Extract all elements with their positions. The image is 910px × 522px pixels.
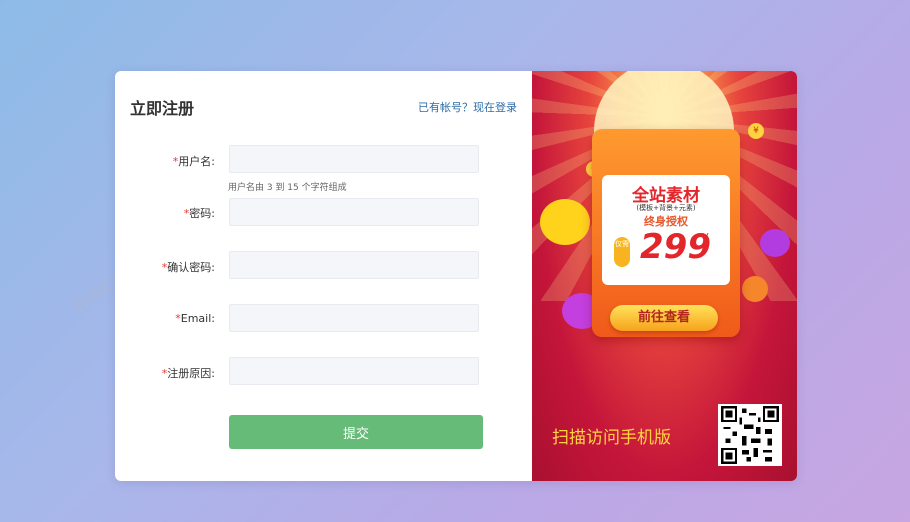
view-now-button[interactable]: 前往查看 [610, 305, 718, 331]
scan-mobile-text: 扫描访问手机版 [552, 428, 671, 448]
promo-blob [540, 199, 590, 245]
email-label: *Email: [175, 312, 215, 325]
price-badge: 仅需 [614, 237, 630, 267]
login-link[interactable]: 已有帐号？现在登录 [418, 99, 517, 115]
qr-code-icon [718, 404, 782, 466]
reason-label: *注册原因: [161, 367, 215, 380]
promo-card: 全站素材 (模板+背景+元素) 终身授权 仅需 299 ¥ [602, 175, 730, 285]
register-card: 立即注册 已有帐号？现在登录 *用户名: 用户名由 3 到 15 个字符组成 *… [115, 71, 797, 481]
username-input[interactable] [229, 145, 479, 173]
username-hint: 用户名由 3 到 15 个字符组成 [228, 183, 347, 193]
register-form: 立即注册 已有帐号？现在登录 *用户名: 用户名由 3 到 15 个字符组成 *… [115, 71, 532, 481]
currency-symbol: ¥ [702, 231, 709, 244]
password-label: *密码: [183, 207, 215, 220]
confirm-password-label: *确认密码: [161, 261, 215, 274]
promo-banner[interactable]: ¥ ¥ ¥ 全站素材 (模板+背景+元素) 终身授权 仅需 299 ¥ 前往查看… [532, 71, 797, 481]
submit-button[interactable]: 提交 [229, 415, 483, 449]
promo-subline: (模板+背景+元素) [636, 204, 696, 212]
coin-icon: ¥ [748, 123, 764, 139]
promo-blob [760, 229, 790, 257]
reason-input[interactable] [229, 357, 479, 385]
username-label: *用户名: [172, 155, 215, 168]
promo-blob [742, 276, 768, 302]
email-input[interactable] [229, 304, 479, 332]
page-title: 立即注册 [130, 99, 195, 118]
password-input[interactable] [229, 198, 479, 226]
promo-price: 299 [640, 227, 711, 267]
confirm-password-input[interactable] [229, 251, 479, 279]
promo-envelope: 全站素材 (模板+背景+元素) 终身授权 仅需 299 ¥ 前往查看 [592, 129, 740, 337]
